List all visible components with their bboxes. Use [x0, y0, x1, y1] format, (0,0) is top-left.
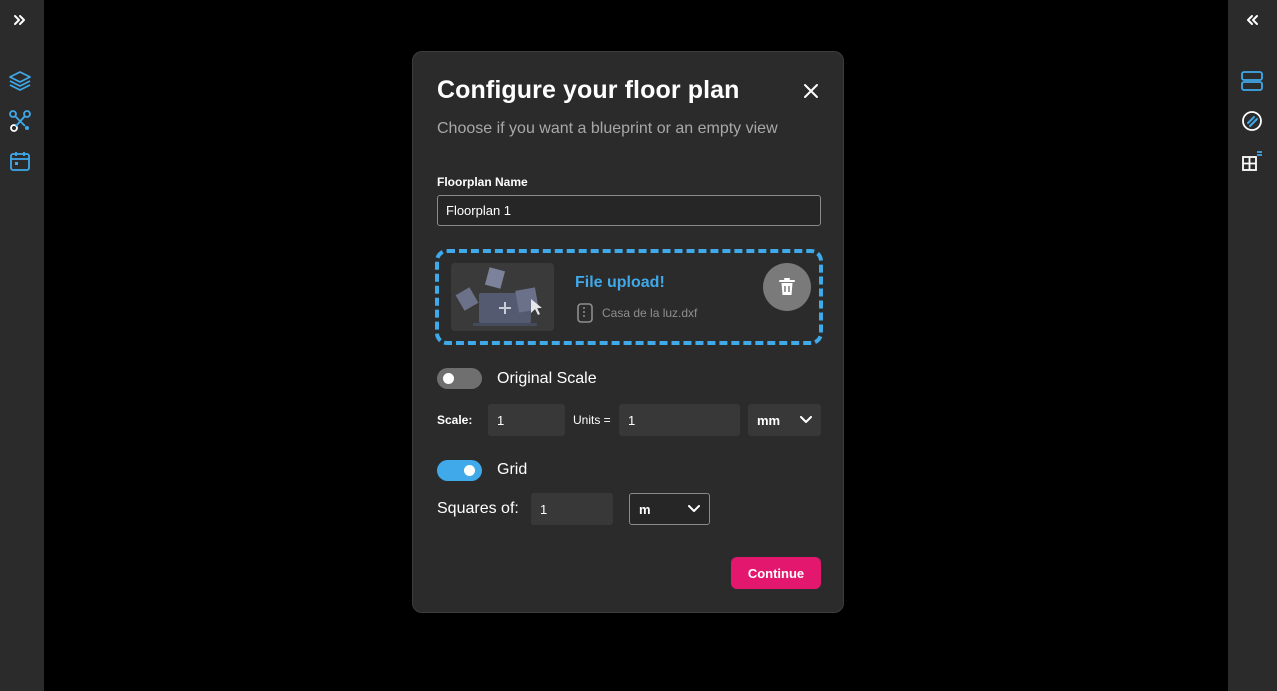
scale-unit-select[interactable]: mm [748, 404, 821, 436]
right-toolbar [1228, 0, 1277, 691]
uploaded-file: Casa de la luz.dxf [577, 303, 697, 323]
dialog-subtitle: Choose if you want a blueprint or an emp… [437, 120, 778, 137]
squares-of-label: Squares of: [437, 500, 519, 517]
collapse-chevrons-icon [1247, 15, 1258, 25]
collapse-sidebar-button[interactable] [1238, 6, 1266, 34]
original-scale-toggle[interactable] [437, 368, 482, 389]
upload-title: File upload! [575, 274, 665, 291]
toggle-knob [464, 465, 475, 476]
floorplan-settings-icon [1242, 151, 1262, 171]
dialog-title: Configure your floor plan [437, 76, 740, 104]
trash-icon [779, 278, 795, 295]
toggle-knob [443, 373, 454, 384]
upload-illustration-icon [451, 263, 554, 331]
grid-squares-input[interactable] [531, 493, 613, 525]
calendar-button[interactable] [6, 147, 34, 175]
link-button[interactable] [1238, 107, 1266, 135]
connections-icon [9, 110, 31, 132]
left-toolbar [0, 0, 44, 691]
file-upload-dropzone[interactable]: File upload! Casa de la luz.dxf [435, 249, 823, 345]
grid-unit-value: m [639, 501, 651, 517]
scale-unit-value: mm [757, 412, 781, 428]
file-icon [577, 303, 593, 323]
grid-toggle[interactable] [437, 460, 482, 481]
server-rack-icon [1241, 71, 1263, 91]
units-input[interactable] [619, 404, 740, 436]
connections-button[interactable] [6, 107, 34, 135]
chevron-down-icon [688, 505, 700, 512]
floorplan-settings-button[interactable] [1238, 147, 1266, 175]
continue-button[interactable]: Continue [731, 557, 821, 589]
delete-file-button[interactable] [763, 263, 811, 311]
expand-sidebar-button[interactable] [6, 6, 34, 34]
original-scale-label: Original Scale [497, 370, 597, 387]
scale-input[interactable] [488, 404, 565, 436]
grid-label: Grid [497, 461, 528, 478]
expand-chevrons-icon [14, 15, 25, 25]
units-equals-label: Units = [573, 413, 611, 427]
grid-unit-select[interactable]: m [629, 493, 710, 525]
close-icon [804, 84, 818, 98]
layers-button[interactable] [6, 67, 34, 95]
link-icon [1242, 111, 1262, 131]
chevron-down-icon [800, 416, 812, 423]
uploaded-file-name: Casa de la luz.dxf [602, 306, 698, 320]
calendar-icon [10, 152, 30, 171]
scale-label: Scale: [437, 413, 473, 427]
close-button[interactable] [799, 79, 823, 103]
floorplan-name-input[interactable] [437, 195, 821, 226]
server-rack-button[interactable] [1238, 67, 1266, 95]
upload-illustration [451, 263, 554, 331]
layers-icon [9, 71, 31, 91]
floorplan-name-label: Floorplan Name [437, 175, 528, 189]
configure-floorplan-dialog: Configure your floor plan Choose if you … [412, 51, 844, 613]
